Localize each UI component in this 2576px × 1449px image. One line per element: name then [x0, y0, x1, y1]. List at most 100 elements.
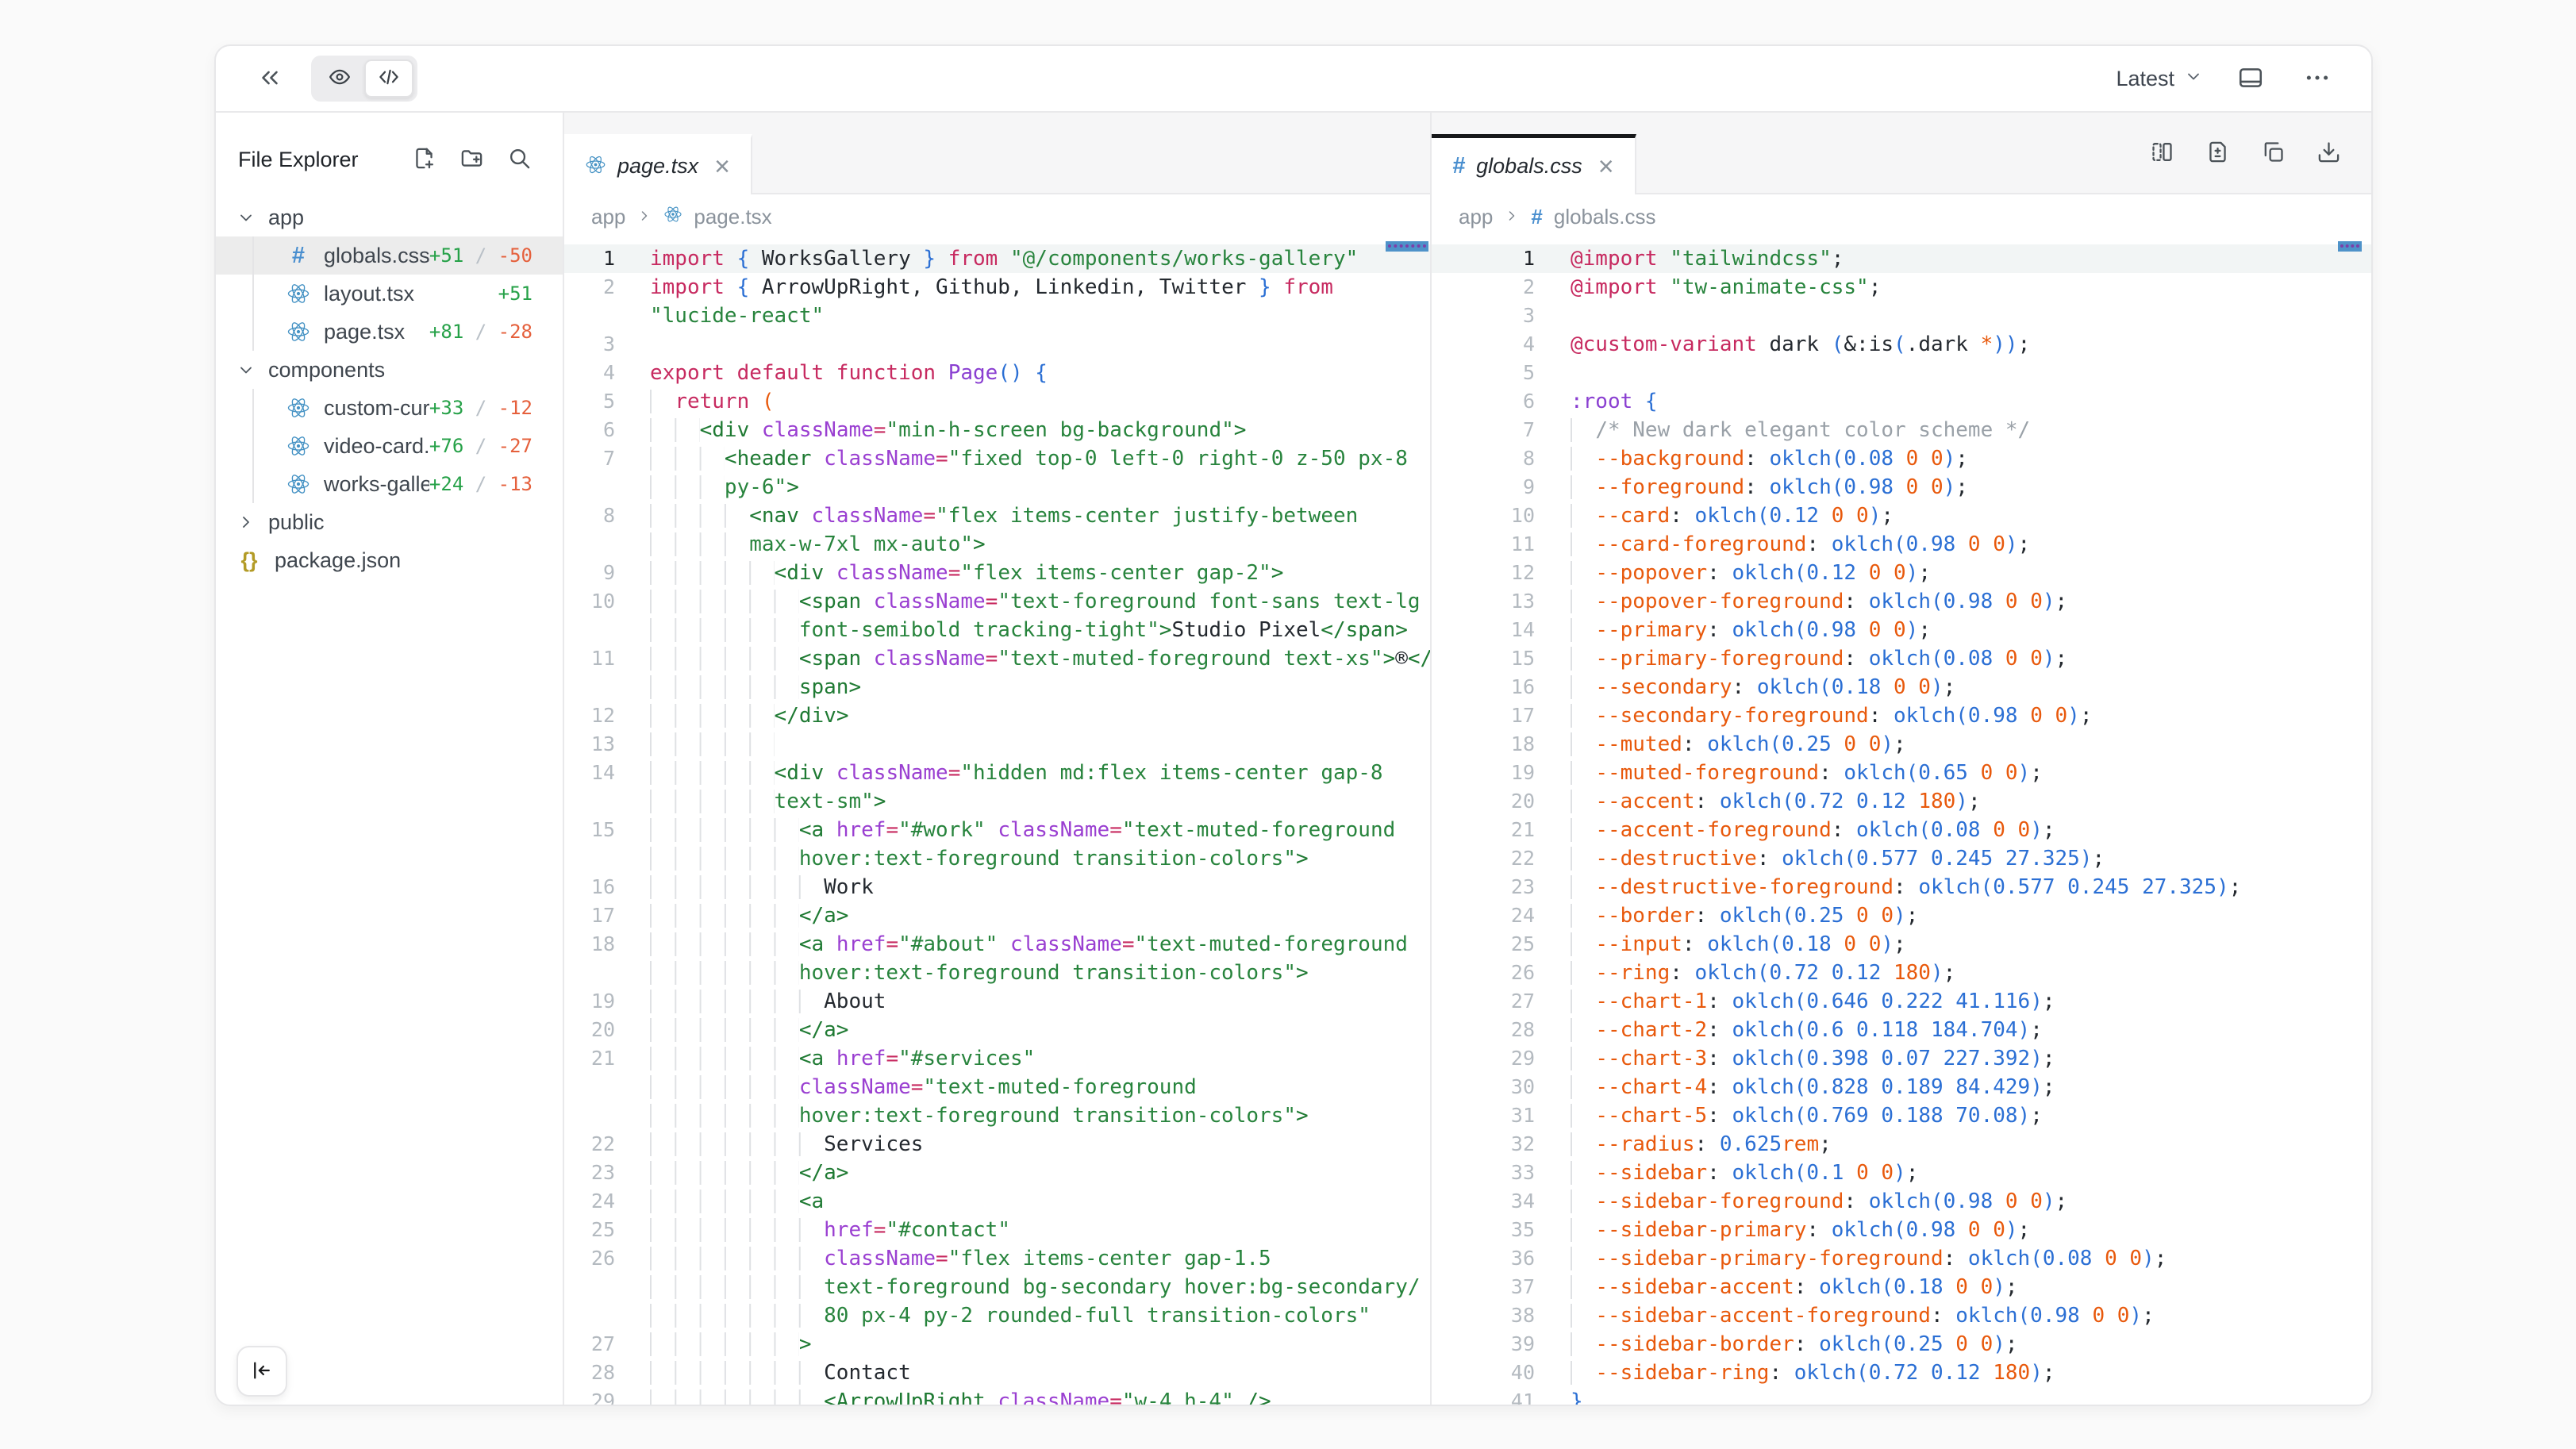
line-content: --sidebar-primary-foreground: oklch(0.08… [1571, 1244, 2167, 1273]
line-number: 12 [1432, 559, 1535, 587]
line-content: export default function Page() { [650, 359, 1048, 387]
tree-file-works-galler-[interactable]: works-galler…+24 / -13 [216, 465, 563, 503]
breadcrumb-page: app page.tsx [564, 194, 1430, 240]
tree-folder-components[interactable]: components [216, 351, 563, 389]
close-icon[interactable]: × [1598, 153, 1614, 180]
code-line: text-sm"> [564, 787, 1430, 816]
diff-stats: +76 / -27 [429, 435, 533, 457]
line-number: 1 [564, 244, 615, 273]
line-content: <header className="fixed top-0 left-0 ri… [650, 444, 1408, 473]
line-content: --sidebar-ring: oklch(0.72 0.12 180); [1571, 1359, 2055, 1387]
code-line: 1@import "tailwindcss"; [1432, 244, 2371, 273]
line-number: 19 [1432, 759, 1535, 787]
line-content: --sidebar-border: oklch(0.25 0 0); [1571, 1330, 2018, 1359]
line-number: 6 [564, 416, 615, 444]
line-content: --secondary-foreground: oklch(0.98 0 0); [1571, 701, 2092, 730]
panel-bottom-icon [2237, 64, 2264, 94]
code-line: 12 </div> [564, 701, 1430, 730]
close-icon[interactable]: × [714, 153, 730, 180]
line-content: font-semibold tracking-tight">Studio Pix… [650, 616, 1408, 644]
tree-file-globals.css[interactable]: #globals.css+51 / -50 [216, 236, 563, 275]
line-number: 36 [1432, 1244, 1535, 1273]
code-line: 17 </a> [564, 901, 1430, 930]
tree-file-custom-curs-[interactable]: custom-curs…+33 / -12 [216, 389, 563, 427]
line-content: @import "tailwindcss"; [1571, 244, 1844, 273]
line-number: 14 [1432, 616, 1535, 644]
tab-globals[interactable]: #globals.css× [1432, 134, 1636, 194]
line-number: 3 [1432, 302, 1535, 330]
tab-page[interactable]: page.tsx× [564, 134, 752, 194]
tree-folder-app[interactable]: app [216, 198, 563, 236]
new-file-button[interactable] [410, 146, 437, 173]
code-editor-globals[interactable]: 1@import "tailwindcss";2@import "tw-anim… [1432, 240, 2371, 1405]
line-content: --foreground: oklch(0.98 0 0); [1571, 473, 1968, 502]
preview-toggle-button[interactable] [315, 60, 364, 98]
tree-folder-public[interactable]: public [216, 503, 563, 541]
breadcrumb-item[interactable]: globals.css [1554, 205, 1656, 229]
code-line: 25 href="#contact" [564, 1216, 1430, 1244]
chevron-down-icon [236, 360, 256, 379]
breadcrumb-item[interactable]: app [1459, 205, 1493, 229]
tree-file-package.json[interactable]: {}package.json [216, 541, 563, 579]
code-toggle-button[interactable] [364, 60, 413, 98]
code-line: 18 --muted: oklch(0.25 0 0); [1432, 730, 2371, 759]
line-content: return ( [650, 387, 775, 416]
copy-icon [2261, 140, 2286, 167]
split-view-button[interactable] [2146, 137, 2178, 169]
line-content: --sidebar: oklch(0.1 0 0); [1571, 1159, 1918, 1187]
code-line: hover:text-foreground transition-colors"… [564, 844, 1430, 873]
editor-window: Latest File Explorer [214, 44, 2373, 1406]
breadcrumb-item[interactable]: app [591, 205, 625, 229]
file-type-icon [286, 472, 311, 496]
line-number [564, 673, 615, 701]
code-line: py-6"> [564, 473, 1430, 502]
line-number: 39 [1432, 1330, 1535, 1359]
line-content: --muted-foreground: oklch(0.65 0 0); [1571, 759, 2043, 787]
code-line: 24 <a [564, 1187, 1430, 1216]
code-line: 29 <ArrowUpRight className="w-4 h-4" /> [564, 1387, 1430, 1405]
line-content: <a href="#services" [650, 1044, 1035, 1073]
line-content: --sidebar-primary: oklch(0.98 0 0); [1571, 1216, 2030, 1244]
collapse-sidebar-button[interactable] [236, 1346, 287, 1397]
diff-removed: -50 [498, 244, 533, 267]
tab-bar-page: page.tsx× [564, 113, 1430, 194]
line-number: 24 [1432, 901, 1535, 930]
json-braces-icon: {} [240, 550, 257, 571]
line-content: <div className="min-h-screen bg-backgrou… [650, 416, 1246, 444]
new-folder-button[interactable] [458, 146, 485, 173]
tree-file-page.tsx[interactable]: page.tsx+81 / -28 [216, 313, 563, 351]
scrollbar-indicator[interactable] [2338, 241, 2362, 252]
code-line: 7 /* New dark elegant color scheme */ [1432, 416, 2371, 444]
line-number [564, 1301, 615, 1330]
diff-added: +76 [429, 435, 463, 457]
line-number [564, 473, 615, 502]
chevron-right-icon [236, 513, 256, 532]
download-button[interactable] [2313, 137, 2344, 169]
code-editor-page[interactable]: 1import { WorksGallery } from "@/compone… [564, 240, 1430, 1405]
copy-button[interactable] [2257, 137, 2289, 169]
file-diff-button[interactable] [2201, 137, 2233, 169]
diff-separator: / [463, 473, 498, 495]
search-files-button[interactable] [506, 146, 533, 173]
diff-stats: +33 / -12 [429, 397, 533, 419]
line-content: hover:text-foreground transition-colors"… [650, 844, 1309, 873]
more-options-button[interactable] [2298, 60, 2336, 98]
tree-file-video-card.tsx[interactable]: video-card.tsx+76 / -27 [216, 427, 563, 465]
tree-file-layout.tsx[interactable]: layout.tsx+51 [216, 275, 563, 313]
line-content: --popover-foreground: oklch(0.98 0 0); [1571, 587, 2067, 616]
collapse-panel-button[interactable] [251, 60, 289, 98]
split-view-icon [2150, 140, 2174, 167]
code-line: 12 --popover: oklch(0.12 0 0); [1432, 559, 2371, 587]
diff-separator: / [463, 321, 498, 343]
css-hash-icon: # [292, 244, 305, 267]
panel-layout-button[interactable] [2232, 60, 2270, 98]
code-line: 1import { WorksGallery } from "@/compone… [564, 244, 1430, 273]
scrollbar-indicator[interactable] [1386, 241, 1428, 252]
line-number: 23 [564, 1159, 615, 1187]
code-line: text-foreground bg-secondary hover:bg-se… [564, 1273, 1430, 1301]
version-dropdown[interactable]: Latest [2116, 67, 2203, 91]
diff-stats: +51 [498, 282, 533, 305]
line-number [564, 1101, 615, 1130]
double-chevron-left-icon [256, 64, 283, 94]
breadcrumb-item[interactable]: page.tsx [694, 205, 771, 229]
